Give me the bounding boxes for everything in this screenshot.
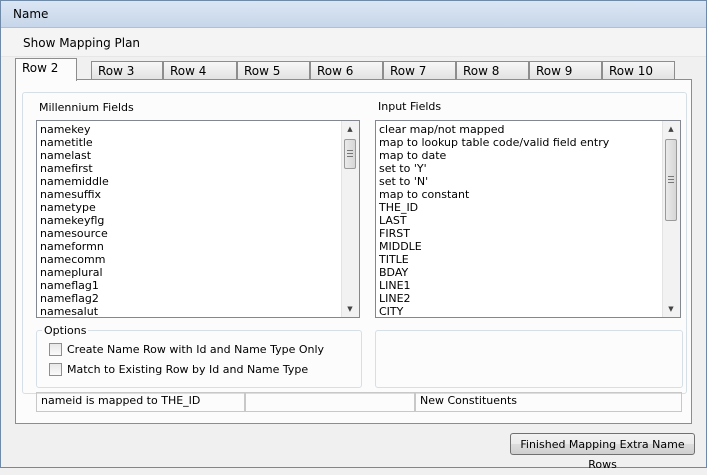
list-item[interactable]: namesource [40,227,341,240]
list-item[interactable]: LINE2 [379,292,662,305]
list-item[interactable]: namefirst [40,162,341,175]
tab-row-10[interactable]: Row 10 [602,61,675,79]
list-item[interactable]: nametype [40,201,341,214]
list-item[interactable]: CITY [379,305,662,317]
grip-line [668,182,674,183]
list-item[interactable]: namesalut [40,305,341,317]
tab-row-9[interactable]: Row 9 [529,61,602,79]
scroll-thumb[interactable] [665,139,677,221]
millennium-list-scrollbar[interactable]: ▲ ▼ [341,121,359,317]
list-item[interactable]: THE_ID [379,201,662,214]
tab-row-5[interactable]: Row 5 [237,61,310,79]
options-group [36,330,362,388]
grip-line [668,176,674,177]
constituents-status: New Constituents [415,392,682,412]
create-name-row-label: Create Name Row with Id and Name Type On… [67,343,325,356]
main-window: Name Show Mapping Plan Row 2 Row 3 Row 4… [0,0,707,471]
list-item[interactable]: namecomm [40,253,341,266]
tab-row-6[interactable]: Row 6 [310,61,383,79]
list-item[interactable]: FIRST [379,227,662,240]
tab-row-8[interactable]: Row 8 [456,61,529,79]
millennium-fields-label: Millennium Fields [39,101,134,114]
window-title: Name [13,7,49,21]
list-item[interactable]: map to constant [379,188,662,201]
title-bar: Name [1,1,706,28]
tab-row-3[interactable]: Row 3 [91,61,163,79]
grip-line [668,179,674,180]
create-name-row-checkbox[interactable] [49,343,62,356]
list-item[interactable]: clear map/not mapped [379,123,662,136]
finished-mapping-button[interactable]: Finished Mapping Extra Name Rows [510,433,695,471]
list-item[interactable]: nameflag1 [40,279,341,292]
list-item[interactable]: LAST [379,214,662,227]
grip-line [347,150,353,151]
options-label: Options [42,324,89,337]
list-item[interactable]: TITLE [379,253,662,266]
menu-bar: Show Mapping Plan [1,28,706,57]
scroll-down-icon[interactable]: ▼ [342,301,358,317]
scroll-down-icon[interactable]: ▼ [663,301,679,317]
input-fields-label: Input Fields [378,100,442,113]
list-item[interactable]: namesuffix [40,188,341,201]
list-item[interactable]: set to 'Y' [379,162,662,175]
input-list-scrollbar[interactable]: ▲ ▼ [662,121,680,317]
list-item[interactable]: map to lookup table code/valid field ent… [379,136,662,149]
scroll-up-icon[interactable]: ▲ [342,121,358,137]
tab-row-2[interactable]: Row 2 [15,58,77,81]
show-mapping-plan-menu[interactable]: Show Mapping Plan [23,36,140,50]
grip-line [347,153,353,154]
list-item[interactable]: namelast [40,149,341,162]
grip-line [347,156,353,157]
list-item[interactable]: MIDDLE [379,240,662,253]
list-item[interactable]: set to 'N' [379,175,662,188]
input-fields-list[interactable]: clear map/not mapped map to lookup table… [375,120,681,318]
list-item[interactable]: nametitle [40,136,341,149]
list-item[interactable]: nameplural [40,266,341,279]
list-item[interactable]: namekeyflg [40,214,341,227]
list-item[interactable]: nameformn [40,240,341,253]
scroll-up-icon[interactable]: ▲ [663,121,679,137]
list-item[interactable]: map to date [379,149,662,162]
list-item[interactable]: namemiddle [40,175,341,188]
tab-row-7[interactable]: Row 7 [383,61,456,79]
list-item[interactable]: nameflag2 [40,292,341,305]
match-existing-row-checkbox[interactable] [49,363,62,376]
list-item[interactable]: BDAY [379,266,662,279]
match-existing-row-label: Match to Existing Row by Id and Name Typ… [67,363,309,376]
list-item[interactable]: LINE1 [379,279,662,292]
scroll-thumb[interactable] [344,139,356,169]
tab-row-4[interactable]: Row 4 [163,61,237,79]
list-item[interactable]: namekey [40,123,341,136]
empty-group [375,330,683,388]
tab-panel-row-2: Millennium Fields Input Fields namekey n… [15,79,692,424]
millennium-fields-list[interactable]: namekey nametitle namelast namefirst nam… [36,120,360,318]
status-middle [245,392,415,412]
mapping-status: nameid is mapped to THE_ID [36,392,245,412]
